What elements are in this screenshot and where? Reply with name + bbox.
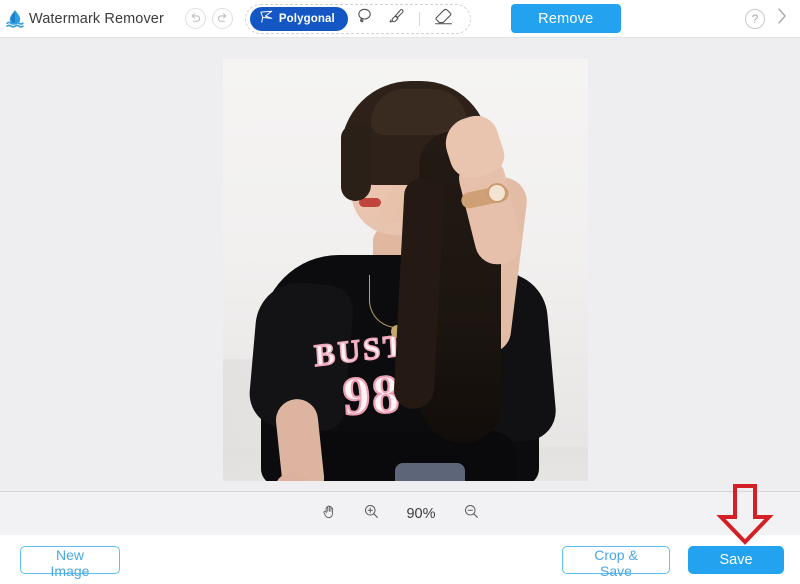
tool-brush[interactable]: [382, 7, 412, 31]
save-button[interactable]: Save: [688, 545, 784, 574]
chevron-right-icon: [775, 6, 789, 31]
watermark-remover-app: Watermark Remover Polygonal Remove ? BUS…: [0, 0, 800, 584]
water-drop-icon: [4, 8, 26, 30]
app-title: Watermark Remover: [29, 10, 164, 27]
crop-and-save-button[interactable]: Crop & Save: [562, 545, 670, 579]
collapse-panel-button[interactable]: [774, 8, 790, 30]
redo-button[interactable]: [211, 8, 233, 29]
zoom-in-button[interactable]: [360, 503, 382, 525]
pan-tool-button[interactable]: [318, 503, 340, 525]
question-mark-icon: ?: [751, 11, 759, 26]
app-footer: New Image Crop & Save Save: [0, 535, 800, 584]
undo-button[interactable]: [184, 8, 206, 29]
hand-pan-icon: [321, 503, 338, 525]
undo-arrow-icon: [189, 12, 202, 25]
header-right-controls: ?: [745, 8, 792, 30]
free-lasso-icon: [355, 7, 374, 31]
footer-actions: Crop & Save Save: [562, 545, 784, 579]
photo-jeans: [395, 463, 465, 481]
history-controls: [184, 8, 233, 29]
tool-polygonal[interactable]: Polygonal: [249, 6, 348, 31]
tool-polygonal-label: Polygonal: [278, 12, 335, 25]
tool-lasso[interactable]: [350, 7, 380, 31]
polygonal-lasso-icon: [259, 9, 274, 29]
zoom-out-button[interactable]: [460, 503, 482, 525]
photo-lips: [359, 198, 381, 207]
app-header: Watermark Remover Polygonal Remove ?: [0, 0, 800, 38]
photo-hair-side: [341, 125, 371, 201]
new-image-button[interactable]: New Image: [20, 545, 120, 579]
zoom-level-value: 90%: [406, 505, 436, 522]
zoom-in-icon: [363, 503, 380, 525]
brush-icon: [387, 7, 406, 31]
eraser-icon: [433, 6, 454, 32]
help-button[interactable]: ?: [745, 8, 765, 29]
zoom-out-icon: [463, 503, 480, 525]
remove-button[interactable]: Remove: [510, 4, 621, 33]
tool-separator: [418, 11, 420, 26]
editor-canvas[interactable]: BUSTA 98: [0, 38, 800, 491]
redo-arrow-icon: [216, 12, 229, 25]
brand: Watermark Remover: [4, 8, 164, 30]
tool-group: Polygonal: [244, 3, 471, 34]
source-photo[interactable]: BUSTA 98: [223, 59, 588, 481]
tool-eraser[interactable]: [427, 7, 461, 31]
zoom-toolbar: 90%: [0, 491, 800, 535]
